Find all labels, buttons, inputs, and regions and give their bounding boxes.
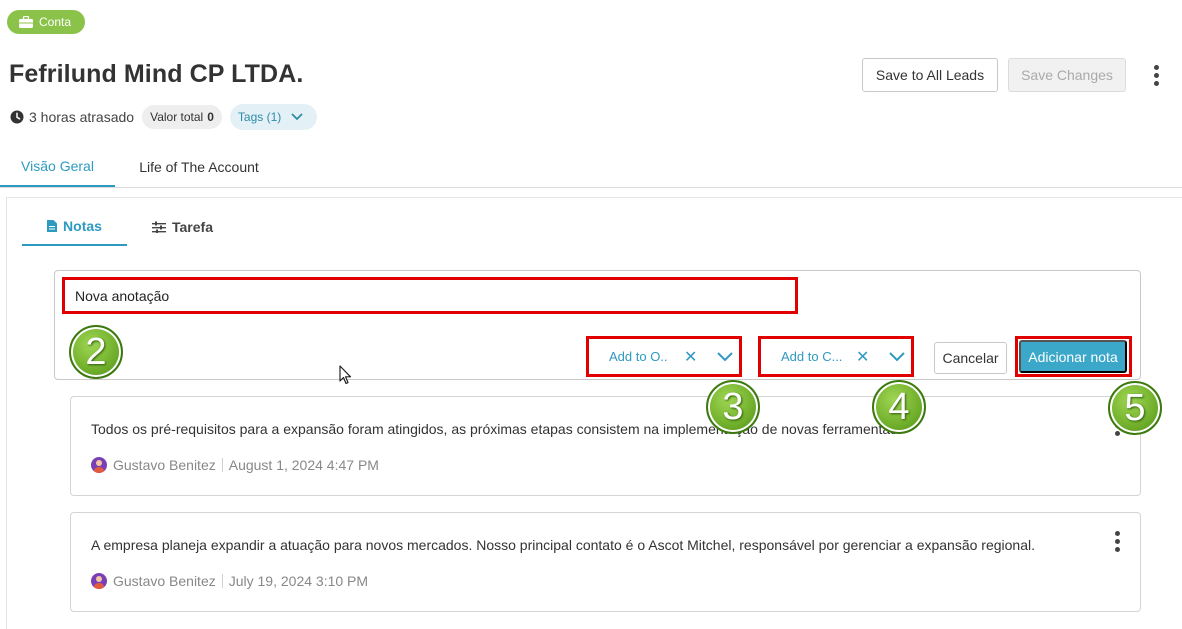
add-to-contact-label: Add to C... [781,349,843,364]
main-tabs: Visão Geral Life of The Account [0,146,1182,188]
note-text: A empresa planeja expandir a atuação par… [91,537,1036,553]
note-text: Todos os pré-requisitos para a expansão … [91,421,902,437]
page-title: Fefrilund Mind CP LTDA. [9,60,304,88]
save-changes-button[interactable]: Save Changes [1008,58,1126,92]
note-date: July 19, 2024 3:10 PM [228,573,369,589]
total-value-amount: 0 [207,110,214,124]
total-value-label: Valor total [150,110,204,124]
chevron-down-icon[interactable] [889,351,905,362]
account-meta-row: 3 horas atrasado Valor total 0 Tags (1) [10,104,318,130]
tab-tarefa[interactable]: Tarefa [152,208,222,246]
avatar [91,457,107,473]
add-note-button[interactable]: Adicionar nota [1019,340,1127,373]
clock-icon [10,110,24,124]
clear-icon[interactable]: ✕ [856,347,869,367]
note-options-icon[interactable] [1114,531,1120,552]
tags-dropdown[interactable]: Tags (1) [229,104,318,130]
tab-tarefa-label: Tarefa [172,219,213,235]
note-input[interactable]: Nova anotação [62,277,798,314]
note-author: Gustavo Benitez [113,573,216,589]
avatar [91,573,107,589]
tab-life-of-the-account[interactable]: Life of The Account [125,146,273,187]
tab-visao-geral[interactable]: Visão Geral [0,146,115,187]
add-to-contact-select[interactable]: Add to C... ✕ [758,336,914,377]
tags-label: Tags (1) [237,110,282,124]
add-to-opportunity-label: Add to O.. [609,349,668,364]
total-value-pill: Valor total 0 [142,105,222,129]
more-options-icon[interactable] [1153,65,1159,86]
clear-icon[interactable]: ✕ [684,347,697,367]
note-card: A empresa planeja expandir a atuação par… [70,512,1141,612]
save-to-all-leads-button[interactable]: Save to All Leads [862,58,998,92]
chevron-down-icon [291,113,303,121]
note-date: August 1, 2024 4:47 PM [228,457,379,473]
divider [221,458,223,472]
step-marker-4: 4 [872,380,926,434]
add-to-opportunity-select[interactable]: Add to O.. ✕ [586,336,742,377]
divider [221,574,223,588]
chevron-down-icon[interactable] [717,351,733,362]
note-author: Gustavo Benitez [113,457,216,473]
badge-label: Conta [39,15,72,29]
mouse-pointer-icon [339,365,352,385]
account-type-badge: Conta [7,10,86,34]
step-marker-2: 2 [69,325,123,379]
document-icon [47,220,58,232]
step-marker-5: 5 [1108,381,1162,435]
note-meta: Gustavo Benitez August 1, 2024 4:47 PM [91,457,379,473]
late-status: 3 horas atrasado [10,109,134,125]
briefcase-icon [19,16,33,28]
late-text: 3 horas atrasado [29,109,135,125]
note-card: Todos os pré-requisitos para a expansão … [70,396,1141,496]
cancel-button[interactable]: Cancelar [934,342,1007,374]
sliders-icon [152,221,166,233]
step-marker-3: 3 [706,380,760,434]
tab-notas-label: Notas [63,218,102,234]
note-meta: Gustavo Benitez July 19, 2024 3:10 PM [91,573,368,589]
tab-notas[interactable]: Notas [22,208,127,246]
